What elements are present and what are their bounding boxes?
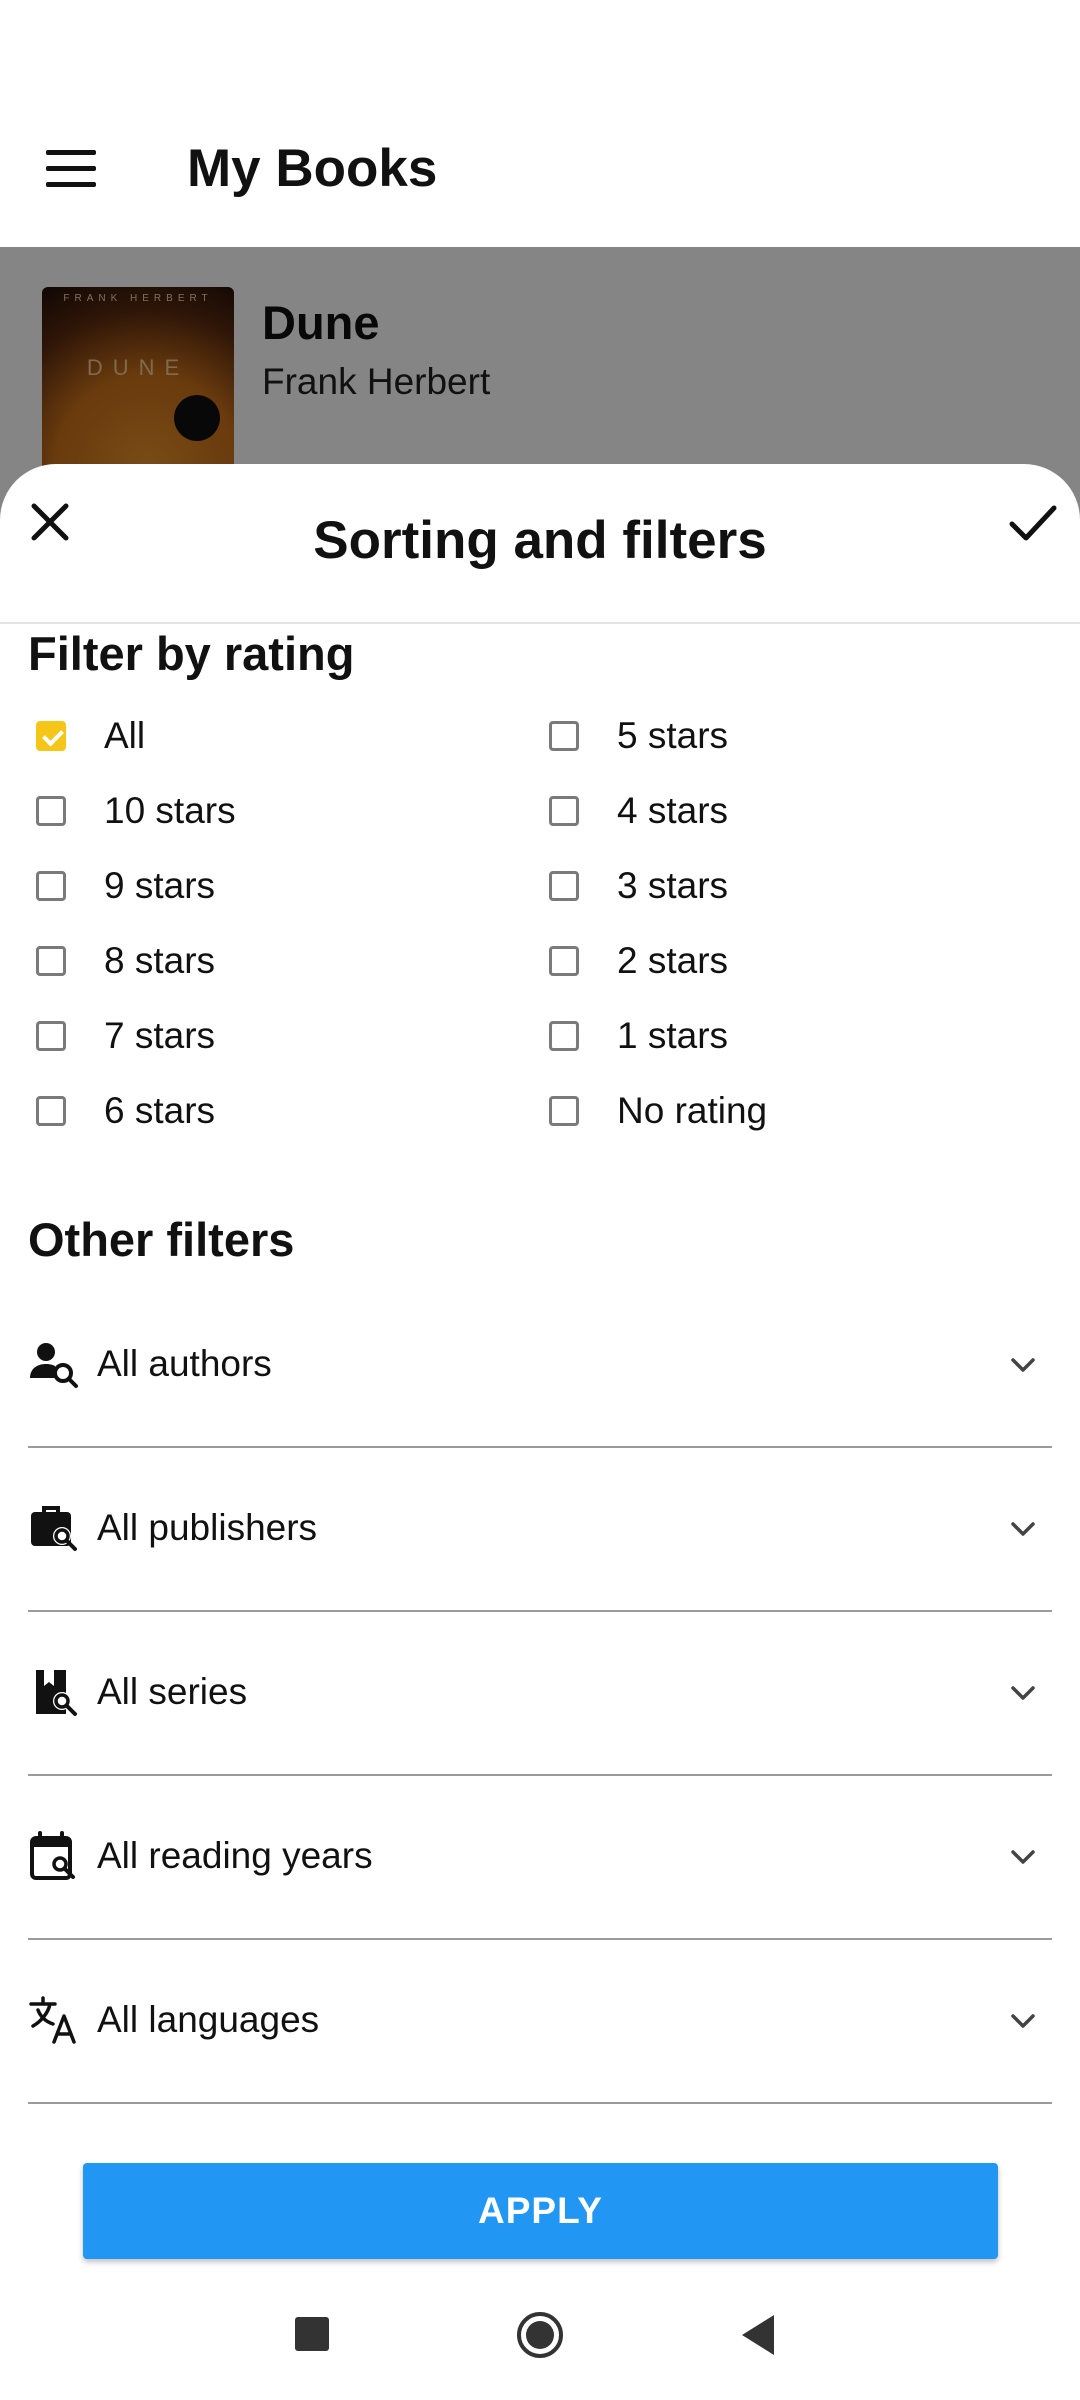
rating-5-checkbox[interactable]: 5 stars	[541, 706, 728, 766]
reading-years-filter-dropdown[interactable]: All reading years	[28, 1774, 1052, 1940]
other-filters-title: Other filters	[28, 1213, 295, 1266]
system-nav-bar	[0, 2270, 1080, 2400]
languages-filter-dropdown[interactable]: All languages	[28, 1938, 1052, 2104]
chevron-down-icon	[1011, 1850, 1035, 1864]
checkbox-icon	[36, 1096, 66, 1126]
home-button[interactable]	[515, 2310, 565, 2360]
checkbox-label: No rating	[617, 1090, 768, 1131]
checkbox-label: 3 stars	[617, 865, 729, 906]
page-title: My Books	[187, 139, 438, 198]
calendar-search-icon	[30, 1831, 75, 1880]
checkbox-icon	[549, 1021, 579, 1051]
checkbox-label: 8 stars	[104, 940, 216, 981]
chevron-down-icon	[1011, 1358, 1035, 1372]
rating-1-checkbox[interactable]: 1 stars	[541, 1006, 728, 1066]
chevron-down-icon	[1011, 1522, 1035, 1536]
sheet-title: Sorting and filters	[313, 511, 767, 570]
checkbox-icon	[549, 946, 579, 976]
checkbox-icon	[549, 1096, 579, 1126]
rating-none-checkbox[interactable]: No rating	[541, 1081, 767, 1141]
checkbox-label: 1 stars	[617, 1015, 729, 1056]
publisher-search-icon	[31, 1506, 77, 1551]
authors-filter-dropdown[interactable]: All authors	[28, 1282, 1052, 1448]
checkbox-label: 4 stars	[617, 790, 729, 831]
rating-7-checkbox[interactable]: 7 stars	[28, 1006, 215, 1066]
checkbox-icon	[36, 946, 66, 976]
checkbox-label: 2 stars	[617, 940, 729, 981]
checkbox-icon	[549, 796, 579, 826]
recents-button[interactable]	[295, 2317, 329, 2351]
back-button[interactable]	[738, 2312, 778, 2358]
reading-years-filter-label: All reading years	[97, 1835, 373, 1876]
app-bar: My Books	[0, 0, 1080, 247]
rating-4-checkbox[interactable]: 4 stars	[541, 781, 728, 841]
rating-all-checkbox[interactable]: All	[28, 706, 145, 766]
checkbox-label: 5 stars	[617, 715, 729, 756]
checkbox-icon	[36, 796, 66, 826]
checkbox-icon	[36, 871, 66, 901]
rating-8-checkbox[interactable]: 8 stars	[28, 931, 215, 991]
chevron-down-icon	[1011, 1686, 1035, 1700]
checkbox-label: All	[104, 715, 146, 756]
authors-filter-label: All authors	[97, 1343, 272, 1384]
checkbox-icon	[549, 871, 579, 901]
checkbox-icon	[36, 1021, 66, 1051]
checkbox-label: 10 stars	[104, 790, 236, 831]
author-search-icon	[30, 1343, 78, 1388]
confirm-check-icon[interactable]	[998, 490, 1066, 554]
apply-button[interactable]: APPLY	[83, 2163, 998, 2259]
rating-section-title: Filter by rating	[28, 627, 355, 680]
rating-6-checkbox[interactable]: 6 stars	[28, 1081, 215, 1141]
series-search-icon	[36, 1670, 77, 1716]
series-filter-dropdown[interactable]: All series	[28, 1610, 1052, 1776]
checkbox-label: 9 stars	[104, 865, 216, 906]
checkbox-checked-icon	[36, 721, 66, 751]
translate-icon	[29, 1996, 76, 2044]
publishers-filter-dropdown[interactable]: All publishers	[28, 1446, 1052, 1612]
checkbox-label: 6 stars	[104, 1090, 216, 1131]
series-filter-label: All series	[97, 1671, 248, 1712]
rating-2-checkbox[interactable]: 2 stars	[541, 931, 728, 991]
publishers-filter-label: All publishers	[97, 1507, 318, 1548]
chevron-down-icon	[1011, 2014, 1035, 2028]
rating-9-checkbox[interactable]: 9 stars	[28, 856, 215, 916]
checkbox-icon	[549, 721, 579, 751]
checkbox-label: 7 stars	[104, 1015, 216, 1056]
rating-10-checkbox[interactable]: 10 stars	[28, 781, 236, 841]
sheet-header: Sorting and filters	[0, 464, 1080, 624]
languages-filter-label: All languages	[97, 1999, 320, 2040]
menu-icon[interactable]	[36, 142, 108, 198]
filters-sheet: Sorting and filters Filter by rating All…	[0, 464, 1080, 2270]
rating-3-checkbox[interactable]: 3 stars	[541, 856, 728, 916]
